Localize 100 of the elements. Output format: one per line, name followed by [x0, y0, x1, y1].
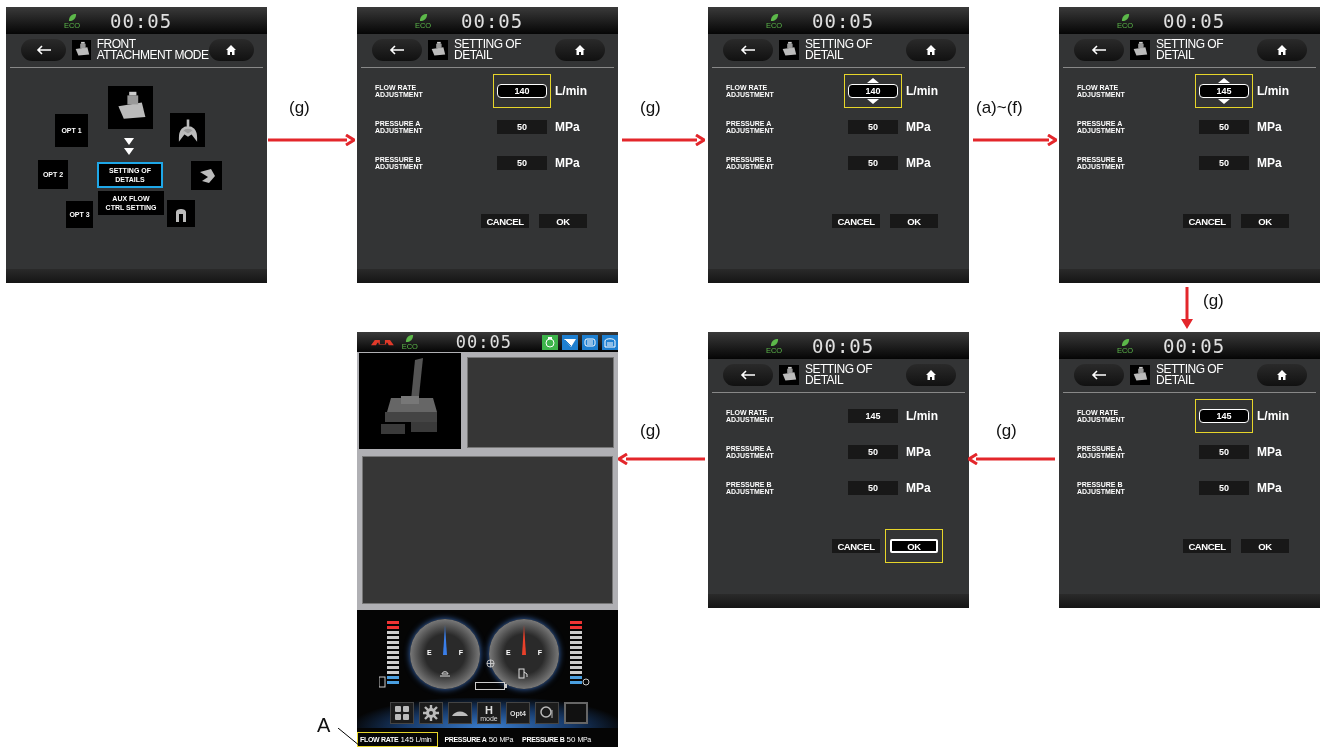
dialog-button[interactable]: OK [890, 539, 938, 553]
step-label: (g) [996, 421, 1017, 441]
dialog-button[interactable]: CANCEL [481, 214, 529, 228]
home-button[interactable] [906, 364, 956, 386]
home-icon [1277, 45, 1287, 55]
back-button[interactable] [21, 39, 67, 61]
value-field[interactable]: 50 [848, 445, 898, 459]
attachment-icon[interactable] [167, 200, 195, 227]
unit-label: MPa [906, 445, 931, 459]
battery-outline-icon [475, 682, 507, 690]
unit-label: MPa [1257, 156, 1282, 170]
attachment-icon [72, 40, 91, 60]
value-field[interactable]: 50 [497, 156, 547, 170]
step-label: (g) [289, 98, 310, 118]
dialog-button[interactable]: CANCEL [1183, 539, 1231, 553]
down-arrow-icon[interactable] [867, 99, 879, 104]
step-label: (g) [640, 421, 661, 441]
dialog-button[interactable]: OK [1241, 214, 1289, 228]
attachment-icon[interactable] [191, 161, 222, 190]
gear-icon [423, 705, 439, 721]
unit-label: MPa [555, 156, 580, 170]
attachment-icon [1130, 40, 1150, 60]
dialog-button[interactable]: OK [539, 214, 587, 228]
leaf-icon [769, 337, 779, 347]
home-button[interactable] [1257, 39, 1307, 61]
value-field[interactable]: 140 [848, 84, 898, 98]
fuel-pump-icon [518, 668, 528, 679]
clock: 00:05 [1163, 9, 1226, 32]
back-button[interactable] [1074, 39, 1124, 61]
status-value: 145 [400, 734, 414, 744]
leaf-icon [418, 12, 428, 22]
back-arrow-icon [35, 45, 52, 55]
step-label: (g) [640, 98, 661, 118]
softkey-button[interactable] [448, 702, 472, 724]
wiper-icon [562, 334, 578, 350]
status-value: 50 [488, 734, 498, 744]
unit-label: MPa [555, 120, 580, 134]
value-field[interactable]: 50 [848, 120, 898, 134]
dialog-button[interactable]: CANCEL [832, 539, 880, 553]
filter-indicator-icon [542, 334, 558, 350]
back-button[interactable] [723, 364, 773, 386]
leaf-icon [1120, 337, 1130, 347]
value-field[interactable]: 145 [1199, 84, 1249, 98]
back-arrow-icon [740, 370, 756, 380]
back-arrow-icon [740, 45, 756, 55]
softkey-button[interactable] [535, 702, 559, 724]
attachment-icon [779, 40, 799, 60]
leaf-icon [1120, 12, 1130, 22]
value-field[interactable]: 145 [848, 409, 898, 423]
unit-label: L/min [555, 84, 587, 98]
dialog-button[interactable]: CANCEL [832, 214, 880, 228]
softkey-button[interactable] [390, 702, 414, 724]
back-button[interactable] [1074, 364, 1124, 386]
circle-gauge-icon [539, 705, 555, 721]
unit-label: L/min [906, 84, 938, 98]
dialog-button[interactable]: OK [890, 214, 938, 228]
back-button[interactable] [372, 39, 422, 61]
home-button[interactable] [555, 39, 605, 61]
value-field[interactable]: 50 [1199, 120, 1249, 134]
dialog-button[interactable]: CANCEL [1183, 214, 1231, 228]
clock: 00:05 [461, 9, 524, 32]
home-icon [226, 45, 237, 55]
home-button[interactable] [1257, 364, 1307, 386]
back-arrow-icon [1091, 370, 1107, 380]
attachment-icon [779, 365, 799, 385]
unit-label: MPa [1257, 445, 1282, 459]
value-field[interactable]: 50 [848, 481, 898, 495]
screen-title: SETTING OF DETAIL [1156, 39, 1223, 61]
up-arrow-icon[interactable] [1218, 78, 1230, 83]
value-field[interactable]: 50 [497, 120, 547, 134]
attachment-icon[interactable] [108, 86, 153, 129]
grid-icon [394, 705, 410, 721]
leaf-icon [769, 12, 779, 22]
home-button[interactable] [906, 39, 956, 61]
value-field[interactable]: 50 [848, 156, 898, 170]
attachment-icon[interactable] [170, 113, 205, 147]
callout-label: A [317, 714, 331, 737]
value-field[interactable]: 140 [497, 84, 547, 98]
attachment-icon [1130, 365, 1150, 385]
step-label: (a)~(f) [976, 98, 1023, 118]
value-field[interactable]: 50 [1199, 156, 1249, 170]
value-field[interactable]: 50 [1199, 481, 1249, 495]
screen-title: SETTING OF DETAIL [805, 364, 872, 386]
back-button[interactable] [723, 39, 773, 61]
value-field[interactable]: 145 [1199, 409, 1249, 423]
unit-label: MPa [906, 481, 931, 495]
softkey-button[interactable] [419, 702, 443, 724]
down-arrow-icon[interactable] [1218, 99, 1230, 104]
dialog-button[interactable]: OK [1241, 539, 1289, 553]
screen-title: FRONT ATTACHMENT MODE [96, 39, 209, 61]
clock: 00:05 [455, 332, 512, 352]
clock: 00:05 [812, 9, 875, 32]
home-icon [1277, 370, 1287, 380]
home-icon [926, 370, 936, 380]
up-arrow-icon[interactable] [867, 78, 879, 83]
leaf-icon [67, 12, 77, 22]
value-field[interactable]: 50 [1199, 445, 1249, 459]
unit-label: MPa [906, 156, 931, 170]
home-button[interactable] [208, 39, 254, 61]
back-arrow-icon [389, 45, 405, 55]
